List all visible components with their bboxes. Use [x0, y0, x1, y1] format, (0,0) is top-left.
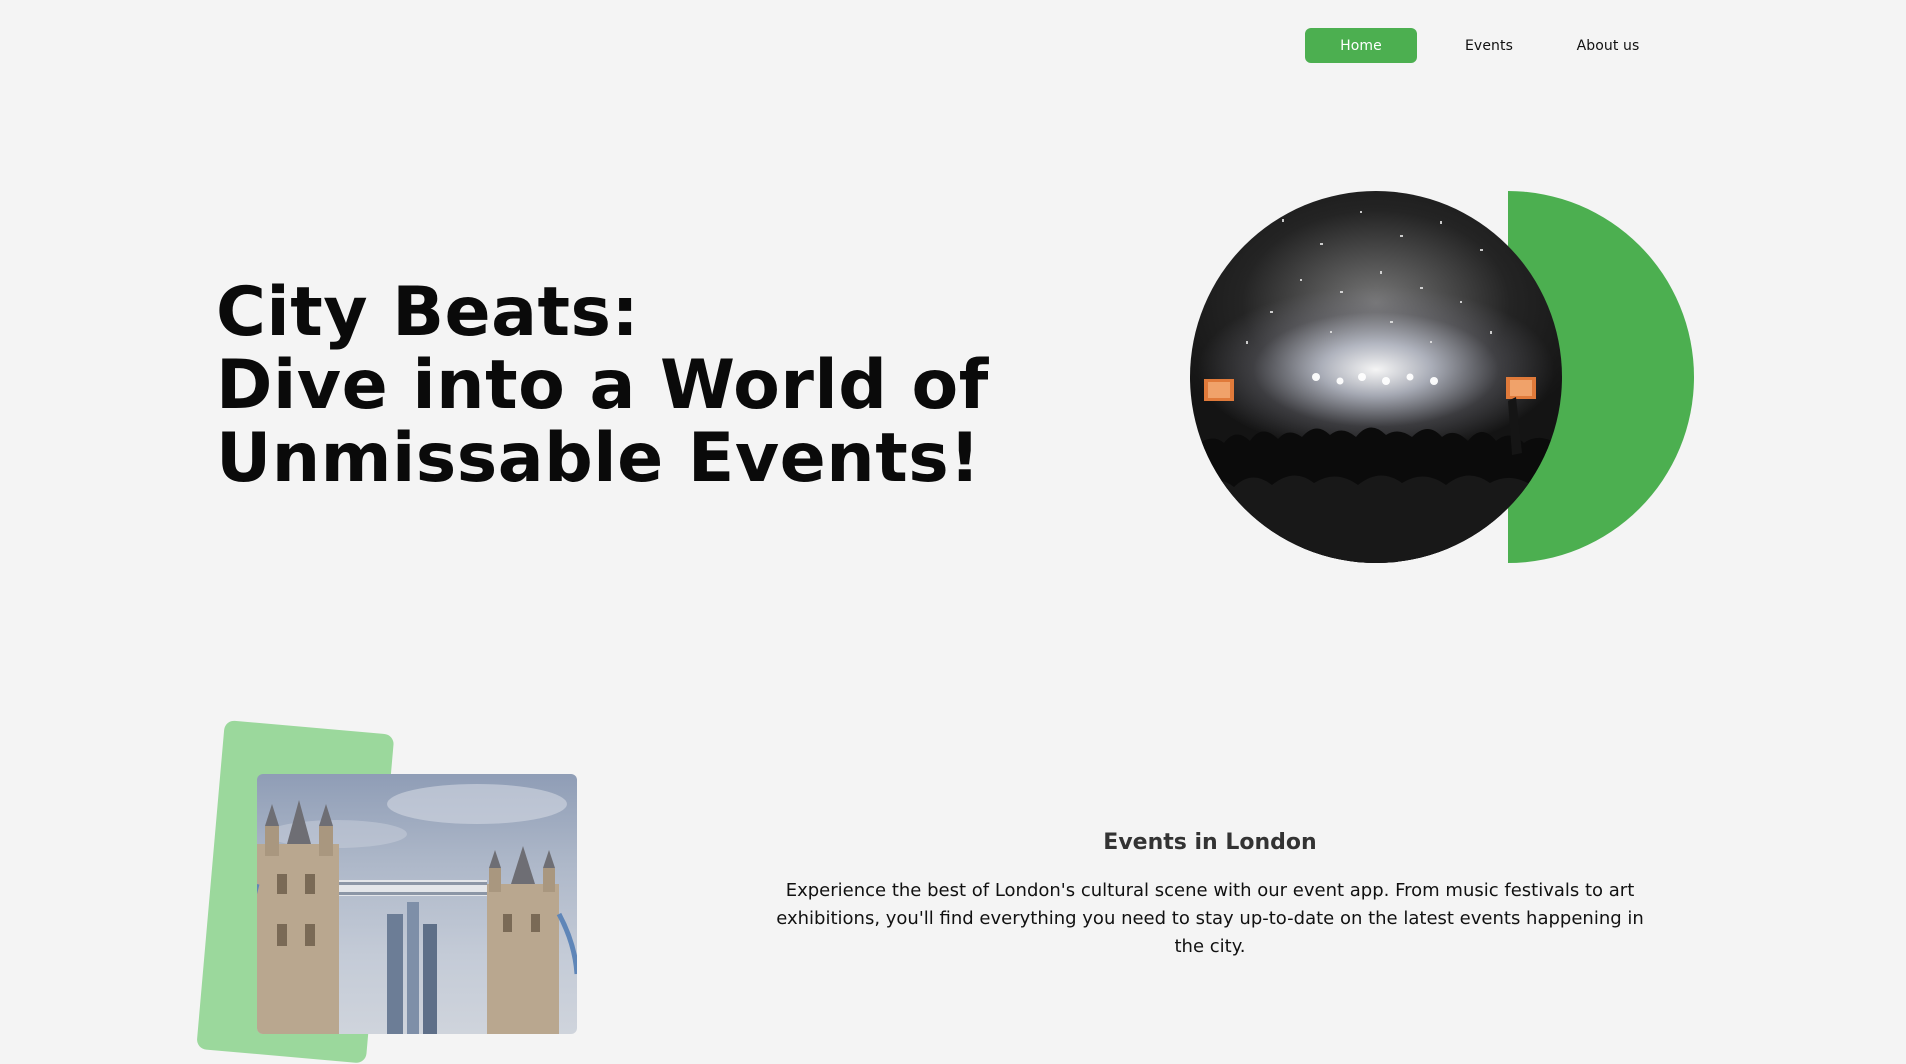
hero-image-group	[1190, 191, 1694, 563]
main-nav: Home Events About us	[1305, 28, 1663, 63]
hero-title-line-1: City Beats:	[216, 273, 640, 352]
hero-title: City Beats: Dive into a World of Unmissa…	[216, 276, 989, 495]
events-description: Experience the best of London's cultural…	[776, 880, 1644, 957]
nav-events-link[interactable]: Events	[1439, 28, 1539, 63]
concert-crowd-photo	[1190, 191, 1562, 563]
nav-about-link[interactable]: About us	[1553, 28, 1663, 63]
hero-title-line-3: Unmissable Events!	[216, 419, 981, 498]
events-heading: Events in London	[1103, 830, 1317, 855]
tower-bridge-photo	[257, 774, 577, 1034]
hero-title-line-2: Dive into a World of	[216, 346, 989, 425]
nav-home-button[interactable]: Home	[1305, 28, 1417, 63]
